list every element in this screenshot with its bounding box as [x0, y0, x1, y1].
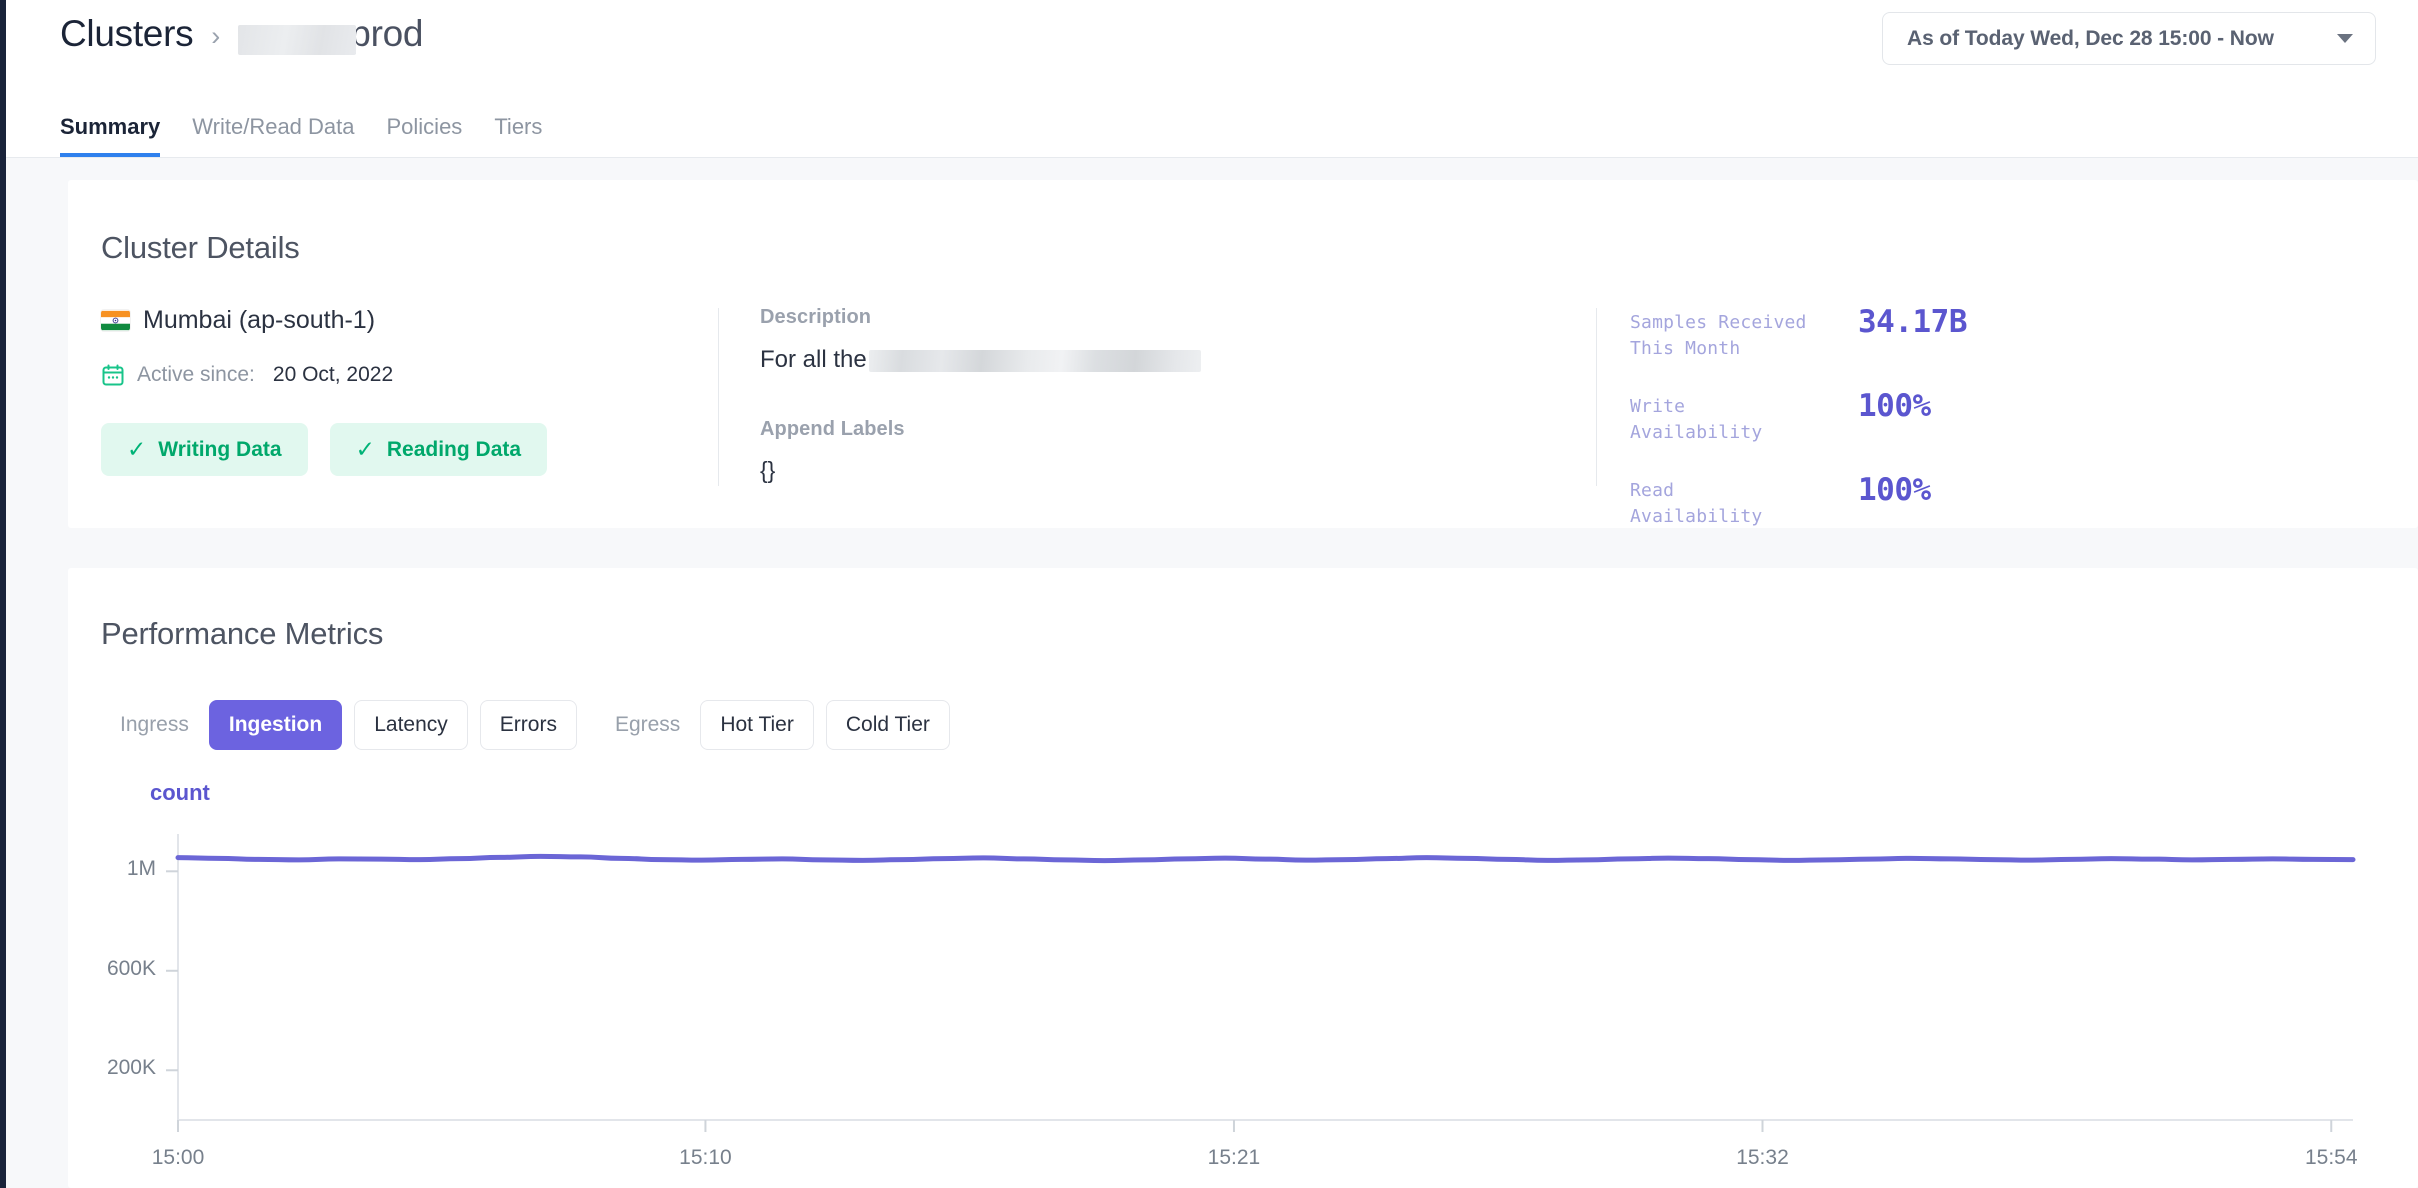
- description-label: Description: [760, 306, 1560, 329]
- description-value-row: For all the: [760, 346, 1560, 374]
- stat-write-availability-label: Write Availability: [1630, 388, 1858, 446]
- cluster-details-card: Cluster Details Mumbai (ap-south-1): [68, 180, 2418, 528]
- chart-y-tick-label: 600K: [46, 957, 156, 981]
- breadcrumb-clusters-link[interactable]: Clusters: [60, 13, 193, 55]
- metric-button-errors-label: Errors: [500, 713, 557, 737]
- breadcrumb-current-cluster-label: prod: [350, 13, 423, 54]
- redacted-description-text: [869, 350, 1201, 372]
- breadcrumb: Clusters › prod: [60, 13, 423, 55]
- stat-samples-received-label: Samples Received This Month: [1630, 304, 1858, 362]
- tab-summary-label: Summary: [60, 114, 160, 139]
- chart-series-line-count: [178, 856, 2353, 860]
- calendar-icon: [101, 363, 125, 387]
- cluster-active-since-row: Active since: 20 Oct, 2022: [101, 363, 661, 387]
- chart-y-tick-label: 200K: [46, 1056, 156, 1080]
- metric-button-cold-tier[interactable]: Cold Tier: [826, 700, 950, 750]
- chevron-down-icon: [2337, 34, 2353, 43]
- chevron-right-icon: ›: [211, 23, 220, 50]
- stat-read-availability: Read Availability 100%: [1630, 472, 2390, 530]
- page-root: Clusters › prod Summary Write/Read Data …: [6, 0, 2418, 1188]
- metric-button-ingestion[interactable]: Ingestion: [209, 700, 342, 750]
- cluster-details-left-column: Mumbai (ap-south-1) Active since: 20 Oct…: [101, 306, 661, 476]
- cluster-status-pills: ✓ Writing Data ✓ Reading Data: [101, 423, 661, 476]
- ingestion-chart: count 200K600K1M15:0015:1015:2115:3215:5…: [68, 780, 2418, 1180]
- status-badge-reading-data: ✓ Reading Data: [330, 423, 547, 476]
- tab-policies-label: Policies: [387, 114, 463, 139]
- chart-x-tick-label: 15:32: [1736, 1146, 1789, 1170]
- description-value: For all the: [760, 346, 867, 374]
- check-icon: ✓: [127, 438, 146, 461]
- egress-group-label: Egress: [615, 713, 680, 737]
- chart-axis-lines: [178, 834, 2353, 1120]
- metric-button-latency-label: Latency: [374, 713, 448, 737]
- chart-unit-label: count: [150, 780, 210, 806]
- tab-write-read-data-label: Write/Read Data: [192, 114, 354, 139]
- column-divider: [718, 308, 719, 486]
- chart-plot-area: 200K600K1M15:0015:1015:2115:3215:54: [68, 820, 2418, 1180]
- check-icon: ✓: [356, 438, 375, 461]
- stat-write-availability-value: 100%: [1858, 388, 1931, 424]
- cluster-details-middle-column: Description For all the Append Labels {}: [760, 306, 1560, 484]
- breadcrumb-current-cluster: prod: [238, 13, 423, 55]
- tab-policies[interactable]: Policies: [387, 114, 463, 157]
- status-badge-writing-data-label: Writing Data: [158, 438, 281, 462]
- stat-samples-received: Samples Received This Month 34.17B: [1630, 304, 2390, 362]
- status-badge-writing-data: ✓ Writing Data: [101, 423, 308, 476]
- chart-x-tick-label: 15:21: [1208, 1146, 1261, 1170]
- append-labels-label: Append Labels: [760, 418, 1560, 441]
- time-range-picker-label: As of Today Wed, Dec 28 15:00 - Now: [1907, 27, 2274, 51]
- metric-button-cold-tier-label: Cold Tier: [846, 713, 930, 737]
- page-header: Clusters › prod Summary Write/Read Data …: [6, 0, 2418, 158]
- cluster-details-title: Cluster Details: [101, 230, 300, 266]
- stat-read-availability-label: Read Availability: [1630, 472, 1858, 530]
- column-divider: [1596, 308, 1597, 486]
- time-range-picker[interactable]: As of Today Wed, Dec 28 15:00 - Now: [1882, 12, 2376, 65]
- chart-x-tick-label: 15:00: [152, 1146, 205, 1170]
- metric-button-hot-tier[interactable]: Hot Tier: [700, 700, 814, 750]
- tab-tiers[interactable]: Tiers: [494, 114, 542, 157]
- performance-metrics-title: Performance Metrics: [101, 616, 383, 652]
- performance-metrics-card: Performance Metrics Ingress Ingestion La…: [68, 568, 2418, 1188]
- metric-button-latency[interactable]: Latency: [354, 700, 468, 750]
- metric-button-errors[interactable]: Errors: [480, 700, 577, 750]
- cluster-region-label: Mumbai (ap-south-1): [143, 306, 375, 335]
- tab-write-read-data[interactable]: Write/Read Data: [192, 114, 354, 157]
- redacted-cluster-name: [238, 25, 356, 55]
- append-labels-block: Append Labels {}: [760, 418, 1560, 484]
- tab-summary[interactable]: Summary: [60, 114, 160, 157]
- metric-button-ingestion-label: Ingestion: [229, 713, 322, 737]
- status-badge-reading-data-label: Reading Data: [387, 438, 521, 462]
- cluster-stats-column: Samples Received This Month 34.17B Write…: [1630, 304, 2390, 531]
- metric-button-hot-tier-label: Hot Tier: [720, 713, 794, 737]
- stat-write-availability: Write Availability 100%: [1630, 388, 2390, 446]
- active-since-value: 20 Oct, 2022: [273, 363, 393, 387]
- append-labels-value: {}: [760, 457, 1560, 484]
- chart-svg: [68, 820, 2418, 1180]
- cluster-region-row: Mumbai (ap-south-1): [101, 306, 661, 335]
- ingress-group-label: Ingress: [120, 713, 189, 737]
- chart-x-tick-label: 15:10: [679, 1146, 732, 1170]
- stat-samples-received-value: 34.17B: [1858, 304, 1967, 340]
- section-tabs: Summary Write/Read Data Policies Tiers: [60, 114, 574, 157]
- metric-selector-group: Ingress Ingestion Latency Errors Egress …: [118, 700, 950, 750]
- tab-tiers-label: Tiers: [494, 114, 542, 139]
- flag-india-icon: [101, 310, 130, 331]
- chart-y-tick-label: 1M: [46, 857, 156, 881]
- stat-read-availability-value: 100%: [1858, 472, 1931, 508]
- chart-x-tick-label: 15:54: [2305, 1146, 2358, 1170]
- active-since-label: Active since:: [137, 363, 255, 387]
